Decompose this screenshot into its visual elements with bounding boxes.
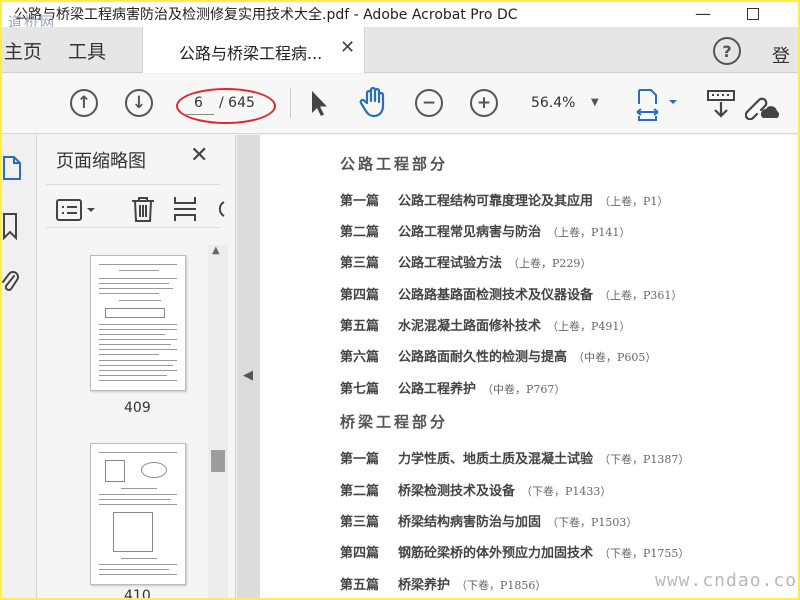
toc-entry[interactable]: 第一篇 公路工程结构可靠度理论及其应用 （上卷，P1） — [340, 190, 668, 209]
zoom-level-select[interactable]: 56.4% — [531, 95, 575, 111]
bookmark-icon[interactable] — [2, 212, 18, 240]
window-title: 公路与桥梁工程病害防治及检测修复实用技术大全.pdf - Adobe Acrob… — [14, 7, 518, 23]
toc-entry[interactable]: 第五篇 桥梁养护 （下卷，P1856） — [340, 574, 546, 593]
minimize-icon: — — [695, 4, 711, 23]
login-link[interactable]: 登 — [772, 42, 790, 68]
maximize-icon — [747, 7, 759, 20]
zoom-out-button[interactable]: − — [415, 89, 443, 117]
next-page-button[interactable]: ↓ — [125, 89, 153, 117]
toc-entry[interactable]: 第三篇 桥梁结构病害防治与加固 （下卷，P1503） — [340, 511, 637, 530]
share-link-button[interactable] — [745, 88, 781, 120]
toc-entry[interactable]: 第一篇 力学性质、地质土质及混凝土试验 （下卷，P1387） — [340, 448, 689, 467]
toc-entry[interactable]: 第四篇 钢筋砼梁桥的体外预应力加固技术 （下卷，P1755） — [340, 542, 689, 561]
keyboard-download-icon — [707, 90, 735, 118]
minus-icon: − — [421, 92, 437, 113]
read-mode-button[interactable] — [706, 88, 736, 120]
cursor-arrow-icon — [312, 91, 327, 116]
select-tool-button[interactable] — [305, 87, 333, 119]
maximize-button[interactable] — [730, 0, 776, 27]
trash-icon[interactable] — [130, 195, 156, 223]
toc-entry[interactable]: 第二篇 桥梁检测技术及设备 （下卷，P1433） — [340, 480, 611, 499]
toc-entry[interactable]: 第七篇 公路工程养护 （中卷，P767） — [340, 378, 565, 397]
plus-icon: + — [476, 92, 492, 113]
hand-icon — [359, 86, 385, 118]
collapse-panel-icon[interactable]: ◀ — [243, 368, 253, 383]
thumbnail-page-number: 410 — [124, 588, 151, 600]
link-cloud-icon — [745, 97, 780, 120]
annotation-ellipse — [176, 88, 276, 124]
arrow-down-icon: ↓ — [131, 92, 147, 113]
tab-bar: 主页 工具 公路与桥梁工程病... ✕ — [0, 27, 800, 73]
section-title: 桥梁工程部分 — [340, 413, 449, 431]
panel-title: 页面缩略图 — [56, 151, 146, 172]
page-thumbnail[interactable] — [90, 255, 186, 391]
rotate-icon[interactable] — [212, 198, 228, 220]
tab-document[interactable]: 公路与桥梁工程病... ✕ — [142, 27, 365, 73]
toc-entry[interactable]: 第二篇 公路工程常见病害与防治 （上卷，P141） — [340, 221, 630, 240]
toc-entry[interactable]: 第四篇 公路路基路面检测技术及仪器设备 （上卷，P361） — [340, 284, 682, 303]
minimize-button[interactable]: — — [680, 0, 726, 27]
watermark-bottom: www.cndao.com — [655, 570, 800, 591]
zoom-in-button[interactable]: + — [470, 89, 498, 117]
thumbnail-scrollbar[interactable]: ▲ — [208, 245, 228, 600]
tab-document-label: 公路与桥梁工程病... — [179, 44, 323, 63]
thumbnail-options-icon[interactable] — [56, 198, 100, 222]
pdf-page: 公路工程部分 第一篇 公路工程结构可靠度理论及其应用 （上卷，P1） 第二篇 公路工程… — [260, 135, 800, 600]
extract-pages-icon[interactable] — [173, 195, 197, 223]
tab-close-icon[interactable]: ✕ — [340, 37, 355, 58]
previous-page-button[interactable]: ↑ — [70, 89, 98, 117]
scrollbar-thumb[interactable] — [211, 450, 225, 472]
help-icon[interactable]: ? — [713, 37, 741, 65]
panel-close-icon[interactable]: ✕ — [190, 143, 208, 168]
page-thumbnail[interactable] — [90, 443, 186, 585]
attachment-icon[interactable] — [0, 268, 20, 296]
page-fit-button[interactable] — [636, 88, 680, 122]
panel-divider — [46, 227, 220, 228]
toc-entry[interactable]: 第六篇 公路路面耐久性的检测与提高 （中卷，P605） — [340, 346, 656, 365]
arrow-up-icon: ↑ — [76, 92, 92, 113]
toc-entry[interactable]: 第三篇 公路工程试验方法 （上卷，P229） — [340, 252, 591, 271]
navigation-rail — [0, 135, 37, 600]
thumbnails-panel: 页面缩略图 ✕ 409 410 — [38, 135, 236, 600]
title-bar: 公路与桥梁工程病害防治及检测修复实用技术大全.pdf - Adobe Acrob… — [0, 0, 800, 31]
tab-home[interactable]: 主页 — [4, 37, 42, 64]
thumbnail-page-number: 409 — [124, 400, 151, 416]
tab-tools[interactable]: 工具 — [68, 37, 106, 64]
hand-tool-button[interactable] — [358, 85, 390, 119]
toc-entry[interactable]: 第五篇 水泥混凝土路面修补技术 （上卷，P491） — [340, 315, 630, 334]
toolbar — [0, 74, 800, 134]
chevron-down-icon[interactable]: ▼ — [591, 97, 599, 108]
page-thumbnails-icon[interactable] — [2, 155, 22, 181]
fit-page-icon — [636, 89, 677, 121]
scroll-up-icon[interactable]: ▲ — [212, 245, 220, 256]
toolbar-separator — [290, 88, 291, 118]
panel-divider — [46, 184, 220, 185]
section-title: 公路工程部分 — [340, 155, 449, 173]
